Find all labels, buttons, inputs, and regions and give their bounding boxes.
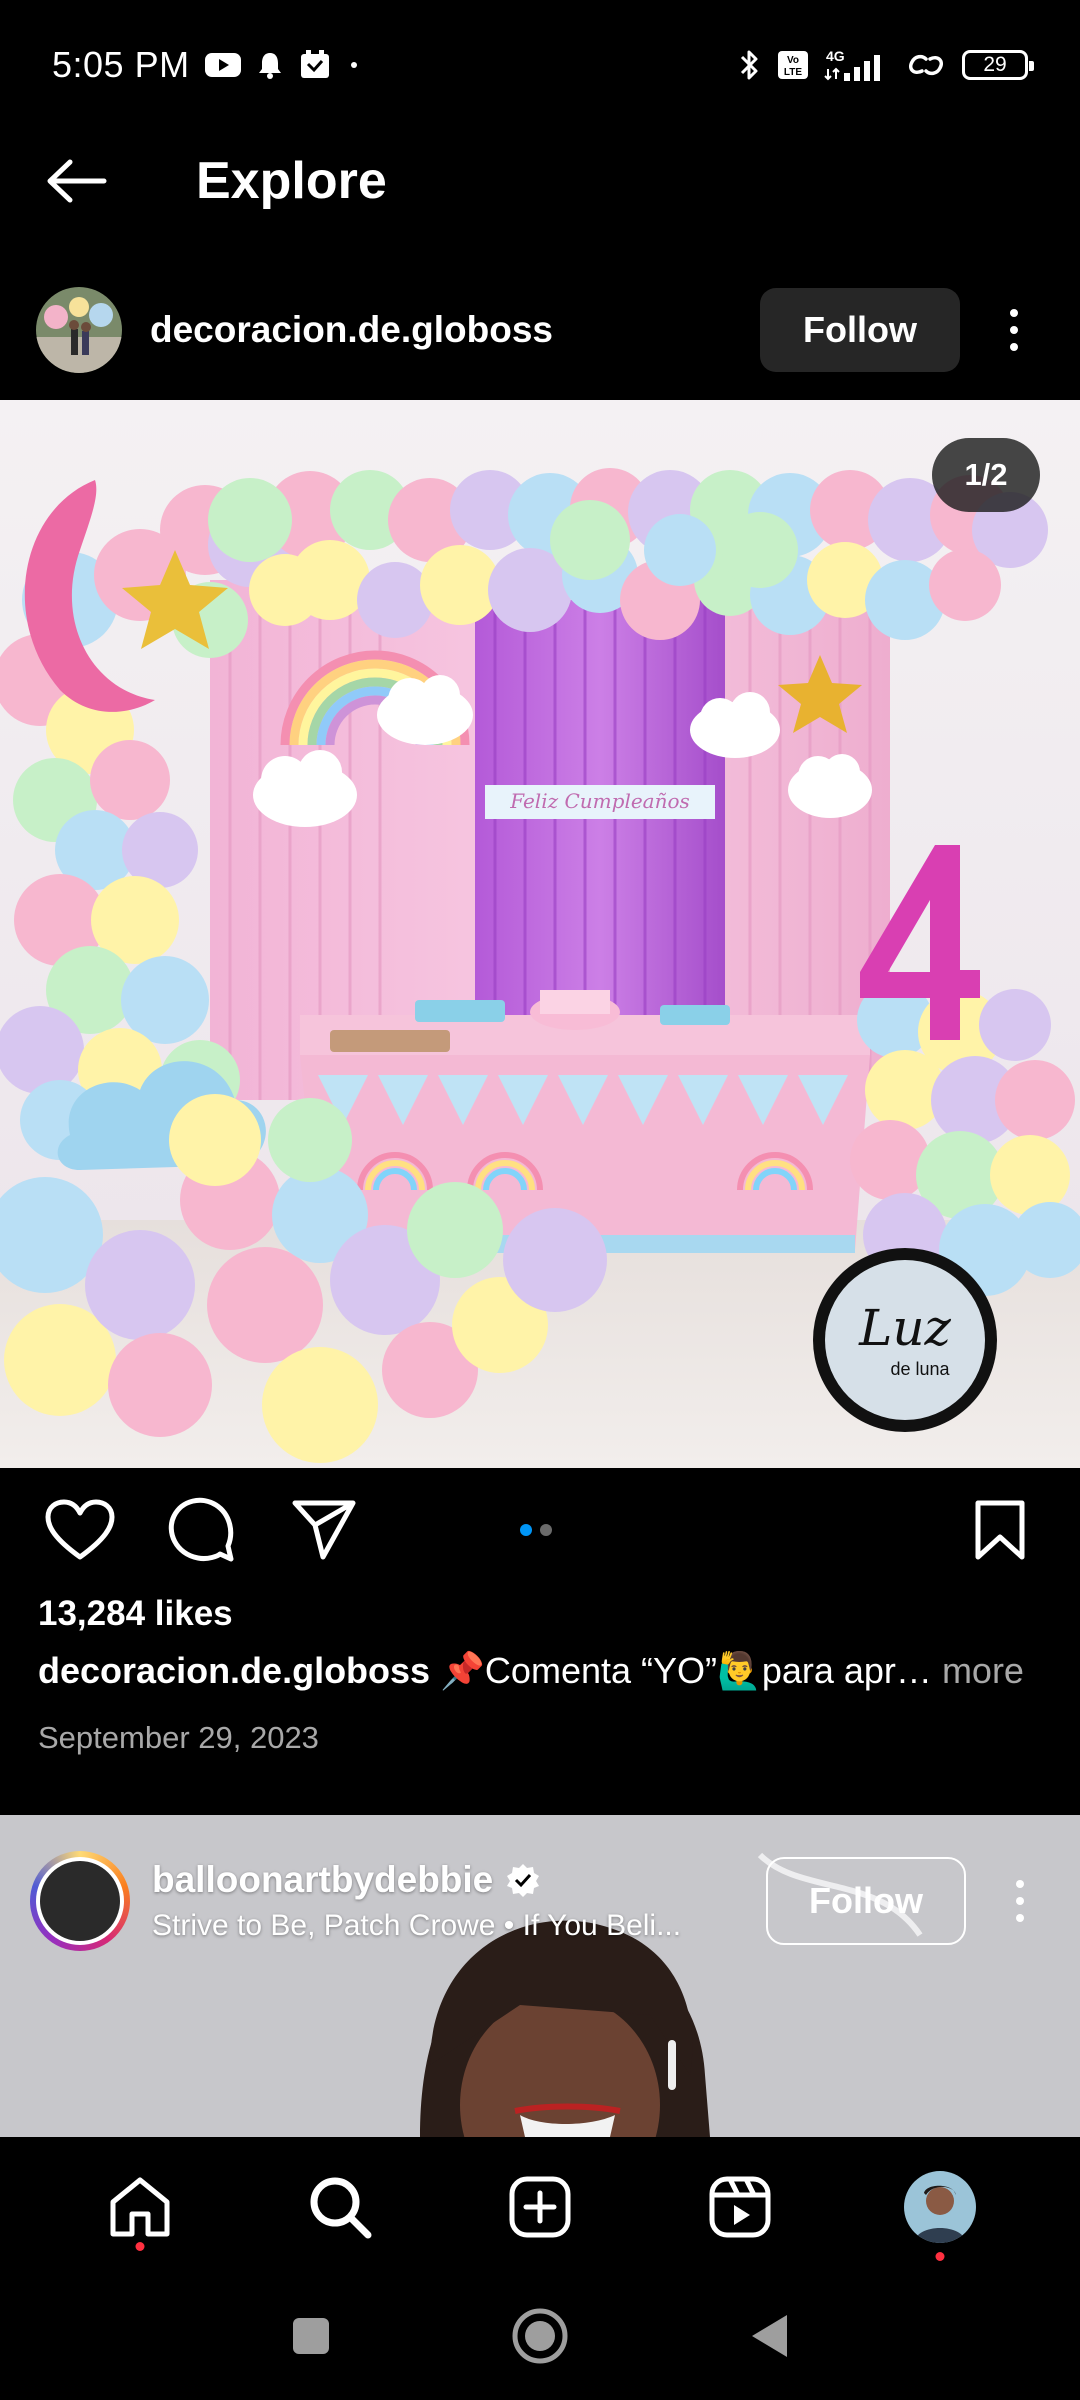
nav-reels[interactable] — [690, 2157, 790, 2257]
nav-create[interactable] — [490, 2157, 590, 2257]
next-post-username-row[interactable]: balloonartbydebbie — [152, 1859, 712, 1901]
carousel-counter: 1/2 — [932, 438, 1040, 512]
nav-home[interactable] — [90, 2157, 190, 2257]
reels-icon — [709, 2176, 771, 2238]
search-icon — [310, 2177, 372, 2239]
top-app-bar: Explore — [0, 130, 1080, 232]
link-icon — [904, 49, 948, 81]
send-icon — [292, 1500, 356, 1560]
next-post-username[interactable]: balloonartbydebbie — [152, 1859, 493, 1901]
profile-avatar — [904, 2171, 976, 2243]
svg-text:Feliz Cumpleaños: Feliz Cumpleaños — [509, 789, 690, 813]
post-image[interactable]: Feliz Cumpleaños Luz de luna 1/2 — [0, 400, 1080, 1468]
heart-icon — [45, 1499, 115, 1560]
profile-notification-dot — [935, 2252, 945, 2261]
like-button[interactable] — [38, 1488, 122, 1572]
bottom-navigation — [0, 2137, 1080, 2277]
battery-indicator: 29 — [962, 50, 1034, 80]
luz-de-luna-watermark: Luz de luna — [813, 1248, 997, 1432]
svg-text:Luz: Luz — [858, 1299, 951, 1357]
status-bar: 5:05 PM Vo LTE 4G 29 — [0, 0, 1080, 130]
create-icon — [509, 2176, 571, 2238]
post-caption[interactable]: decoracion.de.globoss 📌Comenta “YO”🙋‍♂️p… — [38, 1650, 1048, 1692]
more-notifications-dot-icon — [346, 57, 362, 73]
next-post-header: balloonartbydebbie Strive to Be, Patch C… — [0, 1843, 1080, 1959]
post-author-username[interactable]: decoracion.de.globoss — [150, 309, 553, 351]
save-button[interactable] — [958, 1488, 1042, 1572]
share-button[interactable] — [282, 1488, 366, 1572]
back-system-button[interactable] — [749, 2313, 789, 2364]
status-time: 5:05 PM — [52, 44, 190, 85]
nav-search[interactable] — [290, 2157, 390, 2257]
svg-text:Vo: Vo — [787, 55, 799, 66]
next-post-preview[interactable]: balloonartbydebbie Strive to Be, Patch C… — [0, 1815, 1080, 2137]
home-icon — [110, 2177, 170, 2237]
home-circle-icon — [512, 2308, 568, 2364]
nav-profile[interactable] — [890, 2157, 990, 2261]
story-ring-avatar[interactable] — [30, 1851, 130, 1951]
app-notification-icon — [298, 48, 332, 82]
page-title: Explore — [196, 152, 387, 210]
recents-square-icon — [293, 2318, 329, 2354]
back-triangle-icon — [752, 2315, 787, 2357]
volte-icon: Vo LTE — [776, 48, 810, 82]
post-date: September 29, 2023 — [38, 1720, 319, 1755]
follow-button[interactable]: Follow — [760, 288, 960, 372]
next-post-audio-subtitle[interactable]: Strive to Be, Patch Crowe • If You Beli.… — [152, 1909, 712, 1943]
back-arrow-icon — [47, 159, 107, 203]
comment-icon — [168, 1497, 234, 1562]
post-actions — [0, 1470, 1080, 1590]
recents-button[interactable] — [291, 2316, 331, 2361]
carousel-indicator — [520, 1524, 552, 1536]
youtube-icon — [204, 51, 242, 79]
svg-text:de luna: de luna — [890, 1359, 950, 1379]
bookmark-icon — [975, 1500, 1025, 1560]
next-post-follow-button[interactable]: Follow — [766, 1857, 966, 1945]
svg-text:4G: 4G — [826, 48, 845, 64]
notification-bell-icon — [256, 50, 284, 80]
carousel-dot-active — [520, 1524, 532, 1536]
home-notification-dot — [135, 2242, 145, 2251]
home-system-button[interactable] — [511, 2307, 569, 2370]
back-button[interactable] — [36, 141, 116, 221]
balloon-decoration-illustration: Feliz Cumpleaños Luz de luna — [0, 400, 1080, 1468]
post-options-icon[interactable] — [984, 288, 1044, 372]
caption-text: 📌Comenta “YO”🙋‍♂️para apr… — [440, 1650, 932, 1691]
comment-button[interactable] — [160, 1488, 244, 1572]
system-navigation-bar — [0, 2277, 1080, 2400]
signal-4g-icon: 4G — [824, 47, 890, 83]
post-author-avatar[interactable] — [36, 287, 122, 373]
caption-more-link[interactable]: more — [942, 1650, 1024, 1691]
likes-count[interactable]: 13,284 likes — [38, 1594, 233, 1634]
post-header: decoracion.de.globoss Follow — [0, 270, 1080, 390]
bluetooth-icon — [738, 47, 762, 83]
svg-text:LTE: LTE — [784, 67, 802, 78]
verified-badge-icon — [507, 1864, 540, 1897]
next-post-options-icon[interactable] — [990, 1859, 1050, 1943]
caption-username[interactable]: decoracion.de.globoss — [38, 1650, 430, 1691]
carousel-dot — [540, 1524, 552, 1536]
